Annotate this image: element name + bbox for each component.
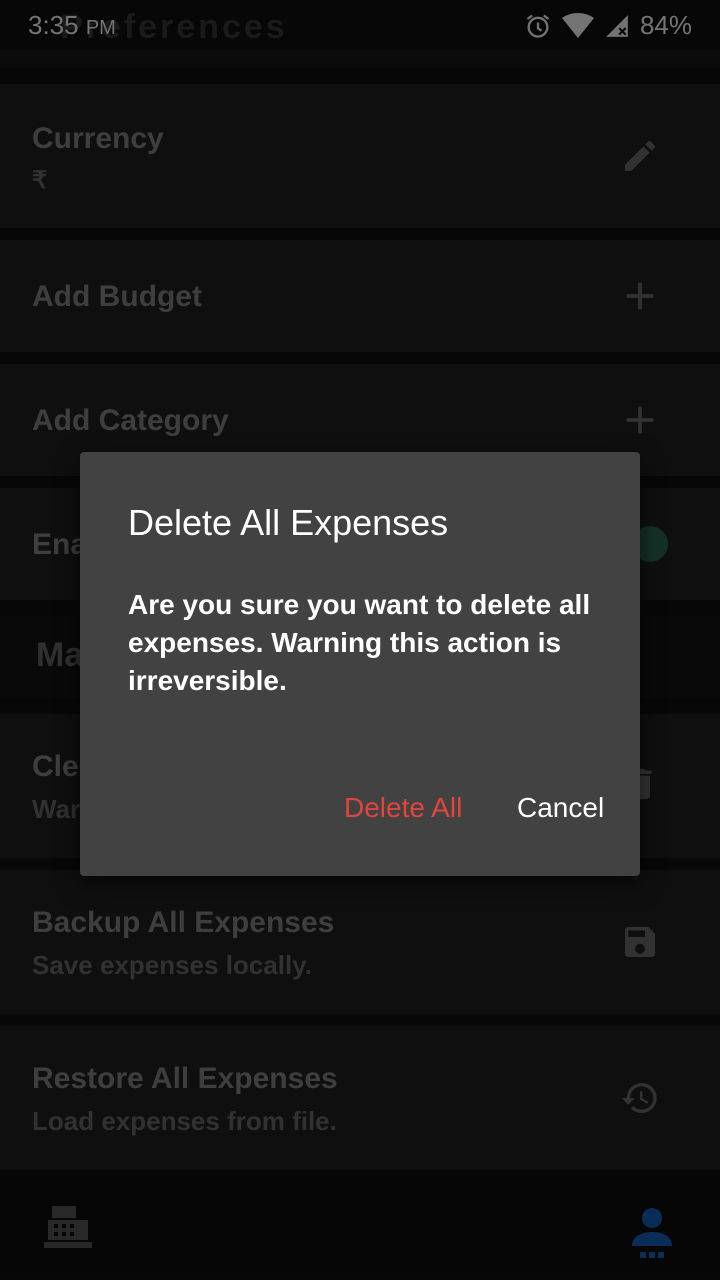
- settings-screen: Preferences 3:35 PM 84% Currency ₹ Add B…: [0, 0, 720, 1280]
- wifi-icon: [561, 12, 594, 38]
- cash-register-icon[interactable]: [42, 1204, 94, 1250]
- add-budget-setting[interactable]: Add Budget: [0, 240, 720, 352]
- dialog-message: Are you sure you want to delete all expe…: [128, 589, 591, 696]
- alarm-icon: [526, 14, 550, 38]
- add-category-title: Add Category: [32, 404, 229, 437]
- backup-setting[interactable]: Backup All Expenses Save expenses locall…: [0, 870, 720, 1014]
- history-icon[interactable]: [620, 1078, 660, 1118]
- add-budget-title: Add Budget: [32, 280, 202, 313]
- divider: [0, 50, 720, 68]
- battery-percent: 84%: [639, 10, 692, 40]
- person-icon[interactable]: [628, 1206, 676, 1258]
- delete-all-dialog: Delete All Expenses Are you sure you wan…: [80, 452, 640, 876]
- pencil-icon[interactable]: [620, 136, 660, 176]
- section-title-manage-text: Ma: [36, 636, 84, 674]
- enable-title: Ena: [32, 528, 88, 561]
- clear-title: Cle: [32, 750, 79, 783]
- currency-value: ₹: [32, 167, 48, 194]
- floppy-icon[interactable]: [620, 922, 660, 962]
- backup-title: Backup All Expenses: [32, 906, 335, 939]
- status-time-value: 3:35: [28, 10, 79, 40]
- status-time-ampm: PM: [85, 17, 116, 39]
- delete-all-button[interactable]: Delete All: [344, 792, 462, 824]
- dialog-title: Delete All Expenses: [128, 502, 449, 543]
- restore-title: Restore All Expenses: [32, 1062, 338, 1095]
- clear-subtitle: War: [32, 794, 81, 824]
- status-time: 3:35 PM: [28, 10, 116, 41]
- status-icons: 84%: [524, 10, 692, 41]
- backup-subtitle: Save expenses locally.: [32, 950, 312, 980]
- plus-icon[interactable]: [620, 276, 660, 316]
- restore-subtitle: Load expenses from file.: [32, 1106, 337, 1136]
- bottom-navigation: [0, 1172, 720, 1280]
- currency-setting[interactable]: Currency ₹: [0, 84, 720, 228]
- currency-title: Currency: [32, 122, 164, 155]
- status-bar: 3:35 PM 84%: [0, 0, 720, 50]
- restore-setting[interactable]: Restore All Expenses Load expenses from …: [0, 1026, 720, 1170]
- plus-icon[interactable]: [620, 400, 660, 440]
- signal-icon: [606, 14, 628, 37]
- cancel-button[interactable]: Cancel: [517, 792, 604, 824]
